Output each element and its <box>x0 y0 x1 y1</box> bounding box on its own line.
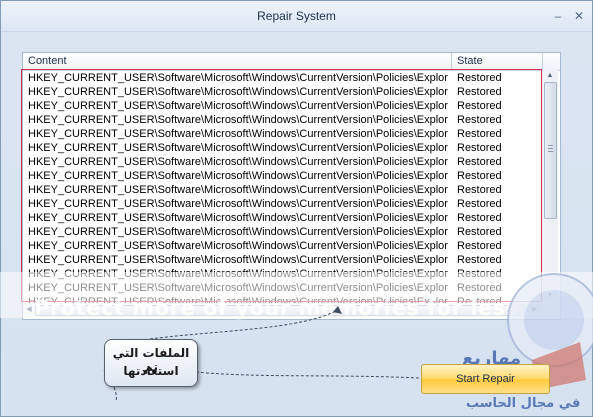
start-repair-button[interactable]: Start Repair <box>421 364 550 394</box>
window-title: Repair System <box>257 9 336 23</box>
row-state: Restored <box>457 142 502 154</box>
callout-line-2: استعادتها <box>123 364 179 378</box>
list-item[interactable]: HKEY_CURRENT_USER\Software\Microsoft\Win… <box>23 155 543 169</box>
row-content: HKEY_CURRENT_USER\Software\Microsoft\Win… <box>28 198 448 210</box>
row-content: HKEY_CURRENT_USER\Software\Microsoft\Win… <box>28 184 448 196</box>
row-content: HKEY_CURRENT_USER\Software\Microsoft\Win… <box>28 128 448 140</box>
row-content: HKEY_CURRENT_USER\Software\Microsoft\Win… <box>28 254 448 266</box>
row-state: Restored <box>457 212 502 224</box>
row-state: Restored <box>457 86 502 98</box>
list-item[interactable]: HKEY_CURRENT_USER\Software\Microsoft\Win… <box>23 239 543 253</box>
vertical-scrollbar[interactable]: ▲ ▼ <box>542 70 558 302</box>
row-state: Restored <box>457 72 502 84</box>
row-state: Restored <box>457 100 502 112</box>
list-item[interactable]: HKEY_CURRENT_USER\Software\Microsoft\Win… <box>23 253 543 267</box>
row-content: HKEY_CURRENT_USER\Software\Microsoft\Win… <box>28 212 448 224</box>
row-content: HKEY_CURRENT_USER\Software\Microsoft\Win… <box>28 142 448 154</box>
list-item[interactable]: HKEY_CURRENT_USER\Software\Microsoft\Win… <box>23 71 543 85</box>
row-state: Restored <box>457 198 502 210</box>
annotation-callout: الملفات التي تم استعادتها <box>104 339 198 387</box>
title-bar: Repair System – ✕ <box>1 1 592 32</box>
column-header-state[interactable]: State <box>452 53 543 70</box>
list-item[interactable]: HKEY_CURRENT_USER\Software\Microsoft\Win… <box>23 141 543 155</box>
row-state: Restored <box>457 240 502 252</box>
row-content: HKEY_CURRENT_USER\Software\Microsoft\Win… <box>28 72 448 84</box>
list-item[interactable]: HKEY_CURRENT_USER\Software\Microsoft\Win… <box>23 99 543 113</box>
list-item[interactable]: HKEY_CURRENT_USER\Software\Microsoft\Win… <box>23 113 543 127</box>
list-item[interactable]: HKEY_CURRENT_USER\Software\Microsoft\Win… <box>23 211 543 225</box>
row-content: HKEY_CURRENT_USER\Software\Microsoft\Win… <box>28 240 448 252</box>
scroll-up-icon[interactable]: ▲ <box>545 71 555 81</box>
row-content: HKEY_CURRENT_USER\Software\Microsoft\Win… <box>28 86 448 98</box>
row-content: HKEY_CURRENT_USER\Software\Microsoft\Win… <box>28 100 448 112</box>
list-item[interactable]: HKEY_CURRENT_USER\Software\Microsoft\Win… <box>23 225 543 239</box>
row-state: Restored <box>457 170 502 182</box>
list-header: Content State <box>23 53 560 71</box>
list-item[interactable]: HKEY_CURRENT_USER\Software\Microsoft\Win… <box>23 183 543 197</box>
row-state: Restored <box>457 254 502 266</box>
row-state: Restored <box>457 226 502 238</box>
list-item[interactable]: HKEY_CURRENT_USER\Software\Microsoft\Win… <box>23 169 543 183</box>
list-item[interactable]: HKEY_CURRENT_USER\Software\Microsoft\Win… <box>23 85 543 99</box>
row-content: HKEY_CURRENT_USER\Software\Microsoft\Win… <box>28 156 448 168</box>
minimize-icon[interactable]: – <box>551 9 565 23</box>
row-content: HKEY_CURRENT_USER\Software\Microsoft\Win… <box>28 114 448 126</box>
list-item[interactable]: HKEY_CURRENT_USER\Software\Microsoft\Win… <box>23 127 543 141</box>
row-state: Restored <box>457 184 502 196</box>
row-state: Restored <box>457 128 502 140</box>
close-icon[interactable]: ✕ <box>572 9 586 23</box>
list-item[interactable]: HKEY_CURRENT_USER\Software\Microsoft\Win… <box>23 197 543 211</box>
watermark-text: Protect more of your memories for less <box>34 296 519 320</box>
vertical-scroll-thumb[interactable] <box>544 82 557 219</box>
row-content: HKEY_CURRENT_USER\Software\Microsoft\Win… <box>28 226 448 238</box>
column-header-content[interactable]: Content <box>23 53 452 70</box>
row-state: Restored <box>457 156 502 168</box>
row-state: Restored <box>457 114 502 126</box>
row-content: HKEY_CURRENT_USER\Software\Microsoft\Win… <box>28 170 448 182</box>
